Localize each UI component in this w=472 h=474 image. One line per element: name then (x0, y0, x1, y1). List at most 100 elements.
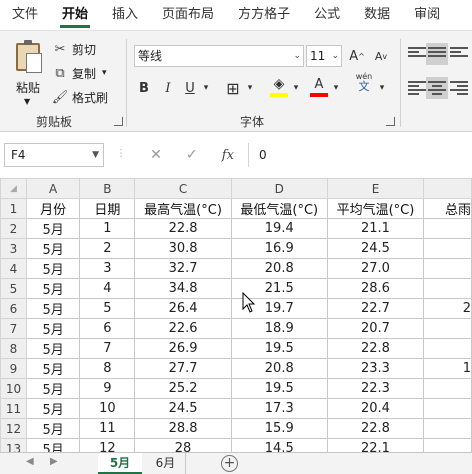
cell[interactable]: 20.8 (230, 358, 328, 379)
cell[interactable]: 1 (79, 218, 136, 239)
font-color-dropdown[interactable]: ▾ (330, 77, 342, 99)
cell[interactable]: 32.7 (134, 258, 232, 279)
cell[interactable]: 4 (79, 278, 136, 299)
font-name-select[interactable]: 等线 ⌄ (134, 45, 304, 67)
enter-icon[interactable]: ✓ (186, 147, 198, 163)
sheet-tab-june[interactable]: 6月 (146, 453, 186, 474)
cell[interactable]: 21.1 (326, 218, 425, 239)
column-header[interactable]: C (134, 178, 232, 199)
row-header[interactable]: 5 (0, 278, 27, 299)
align-left-icon[interactable] (408, 81, 426, 97)
align-top-icon[interactable] (408, 47, 426, 63)
cell[interactable]: 月份 (25, 198, 81, 219)
column-header[interactable]: E (326, 178, 425, 199)
grow-font-button[interactable]: A ^ (346, 45, 368, 67)
cell[interactable]: 22.7 (326, 298, 425, 319)
cell[interactable]: 最低气温(°C) (230, 198, 328, 219)
cell[interactable]: 3 (79, 258, 136, 279)
format-painter-button[interactable]: 🖌 格式刷 (52, 87, 108, 107)
column-header[interactable]: A (25, 178, 81, 199)
cell[interactable]: 5月 (25, 298, 81, 319)
cell[interactable] (423, 238, 472, 259)
align-right-icon[interactable] (450, 81, 468, 97)
cell[interactable]: 22.8 (326, 418, 425, 439)
cell[interactable]: 19.4 (230, 218, 328, 239)
font-launcher-icon[interactable] (386, 117, 395, 126)
select-all-corner[interactable]: ◢ (0, 178, 27, 199)
fill-color-icon[interactable]: ◈ (268, 73, 290, 95)
cell[interactable]: 2 (423, 298, 472, 319)
cell[interactable]: 28.8 (134, 418, 232, 439)
row-header[interactable]: 2 (0, 218, 27, 239)
cell[interactable]: 24.5 (134, 398, 232, 419)
cell[interactable]: 28 (134, 438, 232, 452)
paste-button[interactable]: 粘贴 ▼ (10, 39, 46, 106)
font-size-select[interactable]: 11 ⌄ (306, 45, 342, 67)
row-header[interactable]: 3 (0, 238, 27, 259)
column-header[interactable]: D (230, 178, 328, 199)
cell[interactable]: 总雨 (423, 198, 472, 219)
borders-dropdown[interactable]: ▾ (244, 77, 256, 99)
cell[interactable]: 6 (79, 318, 136, 339)
cell[interactable]: 30.8 (134, 238, 232, 259)
phonetic-guide-button[interactable]: wén 文 (352, 71, 376, 93)
cell[interactable]: 26.9 (134, 338, 232, 359)
cell[interactable]: 22.1 (326, 438, 425, 452)
tab-formulas[interactable]: 公式 (302, 0, 352, 30)
underline-button[interactable]: U (180, 77, 200, 99)
cell[interactable]: 23.3 (326, 358, 425, 379)
copy-button[interactable]: ⧉ 复制 ▾ (52, 63, 107, 83)
cell[interactable]: 5月 (25, 398, 81, 419)
cell[interactable] (423, 398, 472, 419)
cell[interactable]: 5月 (25, 358, 81, 379)
cell[interactable]: 22.8 (134, 218, 232, 239)
align-middle-icon[interactable] (428, 47, 446, 63)
name-box[interactable]: F4 ▼ (4, 143, 104, 167)
sheet-tab-may[interactable]: 5月 (98, 453, 142, 474)
row-header[interactable]: 10 (0, 378, 27, 399)
copy-dropdown-icon[interactable]: ▾ (102, 68, 107, 78)
cell[interactable]: 14.5 (230, 438, 328, 452)
insert-function-button[interactable]: fx (222, 148, 234, 163)
cell[interactable]: 2 (79, 238, 136, 259)
tab-fangfang-gezi[interactable]: 方方格子 (226, 0, 302, 30)
cell[interactable]: 8 (79, 358, 136, 379)
cell[interactable]: 5月 (25, 318, 81, 339)
cell[interactable] (423, 318, 472, 339)
cell[interactable] (423, 378, 472, 399)
next-sheet-icon[interactable]: ▶ (50, 456, 58, 467)
row-header[interactable]: 4 (0, 258, 27, 279)
cell[interactable]: 16.9 (230, 238, 328, 259)
cell[interactable]: 7 (79, 338, 136, 359)
cell[interactable]: 9 (79, 378, 136, 399)
cell[interactable]: 20.4 (326, 398, 425, 419)
tab-page-layout[interactable]: 页面布局 (150, 0, 226, 30)
cell[interactable]: 24.5 (326, 238, 425, 259)
align-center-icon[interactable] (428, 81, 446, 97)
row-header[interactable]: 13 (0, 438, 27, 452)
cell[interactable]: 5 (79, 298, 136, 319)
cell[interactable]: 5月 (25, 438, 81, 452)
cell[interactable]: 34.8 (134, 278, 232, 299)
row-header[interactable]: 7 (0, 318, 27, 339)
align-bottom-icon[interactable] (450, 47, 468, 63)
cell[interactable]: 27.0 (326, 258, 425, 279)
cell[interactable]: 5月 (25, 218, 81, 239)
row-header[interactable]: 8 (0, 338, 27, 359)
row-header[interactable]: 12 (0, 418, 27, 439)
underline-dropdown[interactable]: ▾ (200, 77, 212, 99)
cell[interactable]: 26.4 (134, 298, 232, 319)
cell[interactable] (423, 278, 472, 299)
cancel-icon[interactable]: ✕ (150, 147, 162, 163)
cell[interactable]: 11 (79, 418, 136, 439)
italic-button[interactable]: I (158, 77, 178, 99)
cell[interactable]: 25.2 (134, 378, 232, 399)
prev-sheet-icon[interactable]: ◀ (26, 456, 34, 467)
cell[interactable] (423, 418, 472, 439)
row-header[interactable]: 1 (0, 198, 27, 219)
cell[interactable]: 5月 (25, 418, 81, 439)
cell[interactable]: 18.9 (230, 318, 328, 339)
cell[interactable]: 10 (79, 398, 136, 419)
tab-review[interactable]: 审阅 (402, 0, 452, 30)
cell[interactable]: 20.7 (326, 318, 425, 339)
